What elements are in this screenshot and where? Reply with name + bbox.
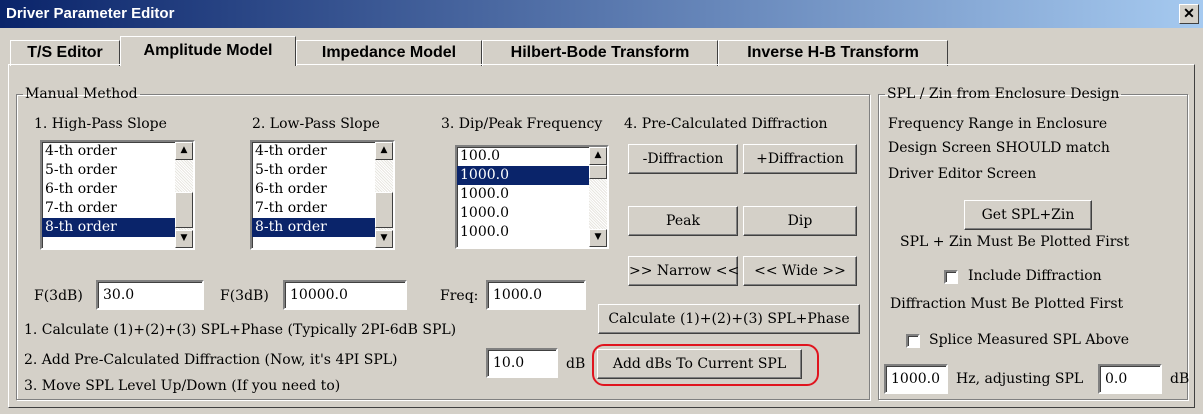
list-item[interactable]: 1000.0 [457,204,607,223]
scroll-down-icon[interactable]: ▼ [175,230,193,248]
note-step-1: 1. Calculate (1)+(2)+(3) SPL+Phase (Typi… [24,322,457,338]
scrollbar[interactable]: ▲ ▼ [175,142,193,248]
scrollbar[interactable]: ▲ ▼ [375,142,393,248]
db-unit-label: dB [566,356,586,372]
list-item[interactable]: 6-th order [42,180,193,199]
list-item-selected[interactable]: 8-th order [42,218,193,237]
list-item-selected[interactable]: 1000.0 [457,166,607,185]
pre-calc-diffraction-header: 4. Pre-Calculated Diffraction [624,116,828,132]
low-pass-header: 2. Low-Pass Slope [252,116,380,132]
high-pass-list[interactable]: 4-th order 5-th order 6-th order 7-th or… [40,140,195,250]
dip-button[interactable]: Dip [743,206,857,236]
splice-hz-input[interactable]: 1000.0 [884,364,948,394]
list-item[interactable]: 7-th order [42,199,193,218]
list-item[interactable]: 4-th order [42,142,193,161]
list-item[interactable]: 7-th order [252,199,393,218]
list-item[interactable]: 1000.0 [457,185,607,204]
list-item[interactable]: 4-th order [252,142,393,161]
splice-measured-checkbox[interactable] [906,334,920,348]
include-diffraction-checkbox[interactable] [944,270,958,284]
low-pass-f3db-input[interactable]: 10000.0 [283,280,407,310]
scroll-thumb[interactable] [375,192,393,228]
scroll-up-icon[interactable]: ▲ [375,142,393,160]
dip-peak-list[interactable]: 100.0 1000.0 1000.0 1000.0 1000.0 ▲ ▼ [455,145,609,249]
list-item[interactable]: 1000.0 [457,223,607,242]
adjust-spl-input[interactable]: 0.0 [1098,364,1162,394]
freq-input[interactable]: 1000.0 [486,280,586,310]
scroll-thumb[interactable] [589,165,607,179]
get-spl-zin-button[interactable]: Get SPL+Zin [964,200,1092,230]
list-item[interactable]: 5-th order [42,161,193,180]
high-pass-header: 1. High-Pass Slope [34,116,167,132]
wide-button[interactable]: << Wide >> [743,256,857,286]
plus-diffraction-button[interactable]: +Diffraction [743,144,857,174]
high-pass-f3db-label: F(3dB) [34,288,83,304]
dip-peak-header: 3. Dip/Peak Frequency [441,116,603,132]
high-pass-f3db-input[interactable]: 30.0 [96,280,204,310]
scroll-thumb[interactable] [175,192,193,228]
list-item-selected[interactable]: 8-th order [252,218,393,237]
peak-button[interactable]: Peak [628,206,738,236]
low-pass-f3db-label: F(3dB) [220,288,269,304]
calculate-spl-phase-button[interactable]: Calculate (1)+(2)+(3) SPL+Phase [598,304,860,334]
db-offset-input[interactable]: 10.0 [486,348,558,378]
minus-diffraction-button[interactable]: -Diffraction [628,144,738,174]
scroll-down-icon[interactable]: ▼ [375,230,393,248]
scroll-up-icon[interactable]: ▲ [175,142,193,160]
list-item[interactable]: 5-th order [252,161,393,180]
list-item[interactable]: 6-th order [252,180,393,199]
list-item[interactable]: 100.0 [457,147,607,166]
narrow-button[interactable]: >> Narrow << [628,256,739,286]
note-step-2: 2. Add Pre-Calculated Diffraction (Now, … [24,352,398,368]
freq-label: Freq: [440,288,479,304]
scrollbar[interactable]: ▲ ▼ [589,147,607,247]
note-step-3: 3. Move SPL Level Up/Down (If you need t… [24,378,341,394]
scroll-down-icon[interactable]: ▼ [589,229,607,247]
scroll-up-icon[interactable]: ▲ [589,147,607,165]
highlight-annotation [592,344,819,386]
low-pass-list[interactable]: 4-th order 5-th order 6-th order 7-th or… [250,140,395,250]
